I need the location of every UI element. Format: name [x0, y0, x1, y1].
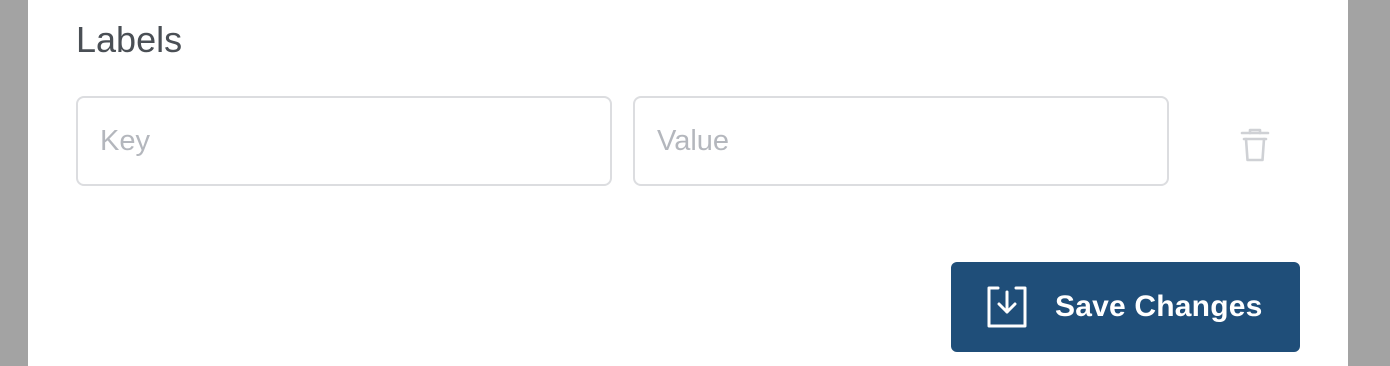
delete-label-button[interactable] — [1234, 124, 1276, 170]
labels-heading: Labels — [76, 19, 183, 60]
save-changes-label: Save Changes — [1055, 290, 1263, 323]
trash-icon — [1240, 128, 1270, 167]
label-value-input[interactable] — [633, 96, 1169, 186]
save-changes-button[interactable]: Save Changes — [951, 262, 1300, 352]
label-key-input[interactable] — [76, 96, 612, 186]
modal-panel: Labels Save Changes — [28, 0, 1348, 366]
save-download-icon — [985, 285, 1029, 329]
